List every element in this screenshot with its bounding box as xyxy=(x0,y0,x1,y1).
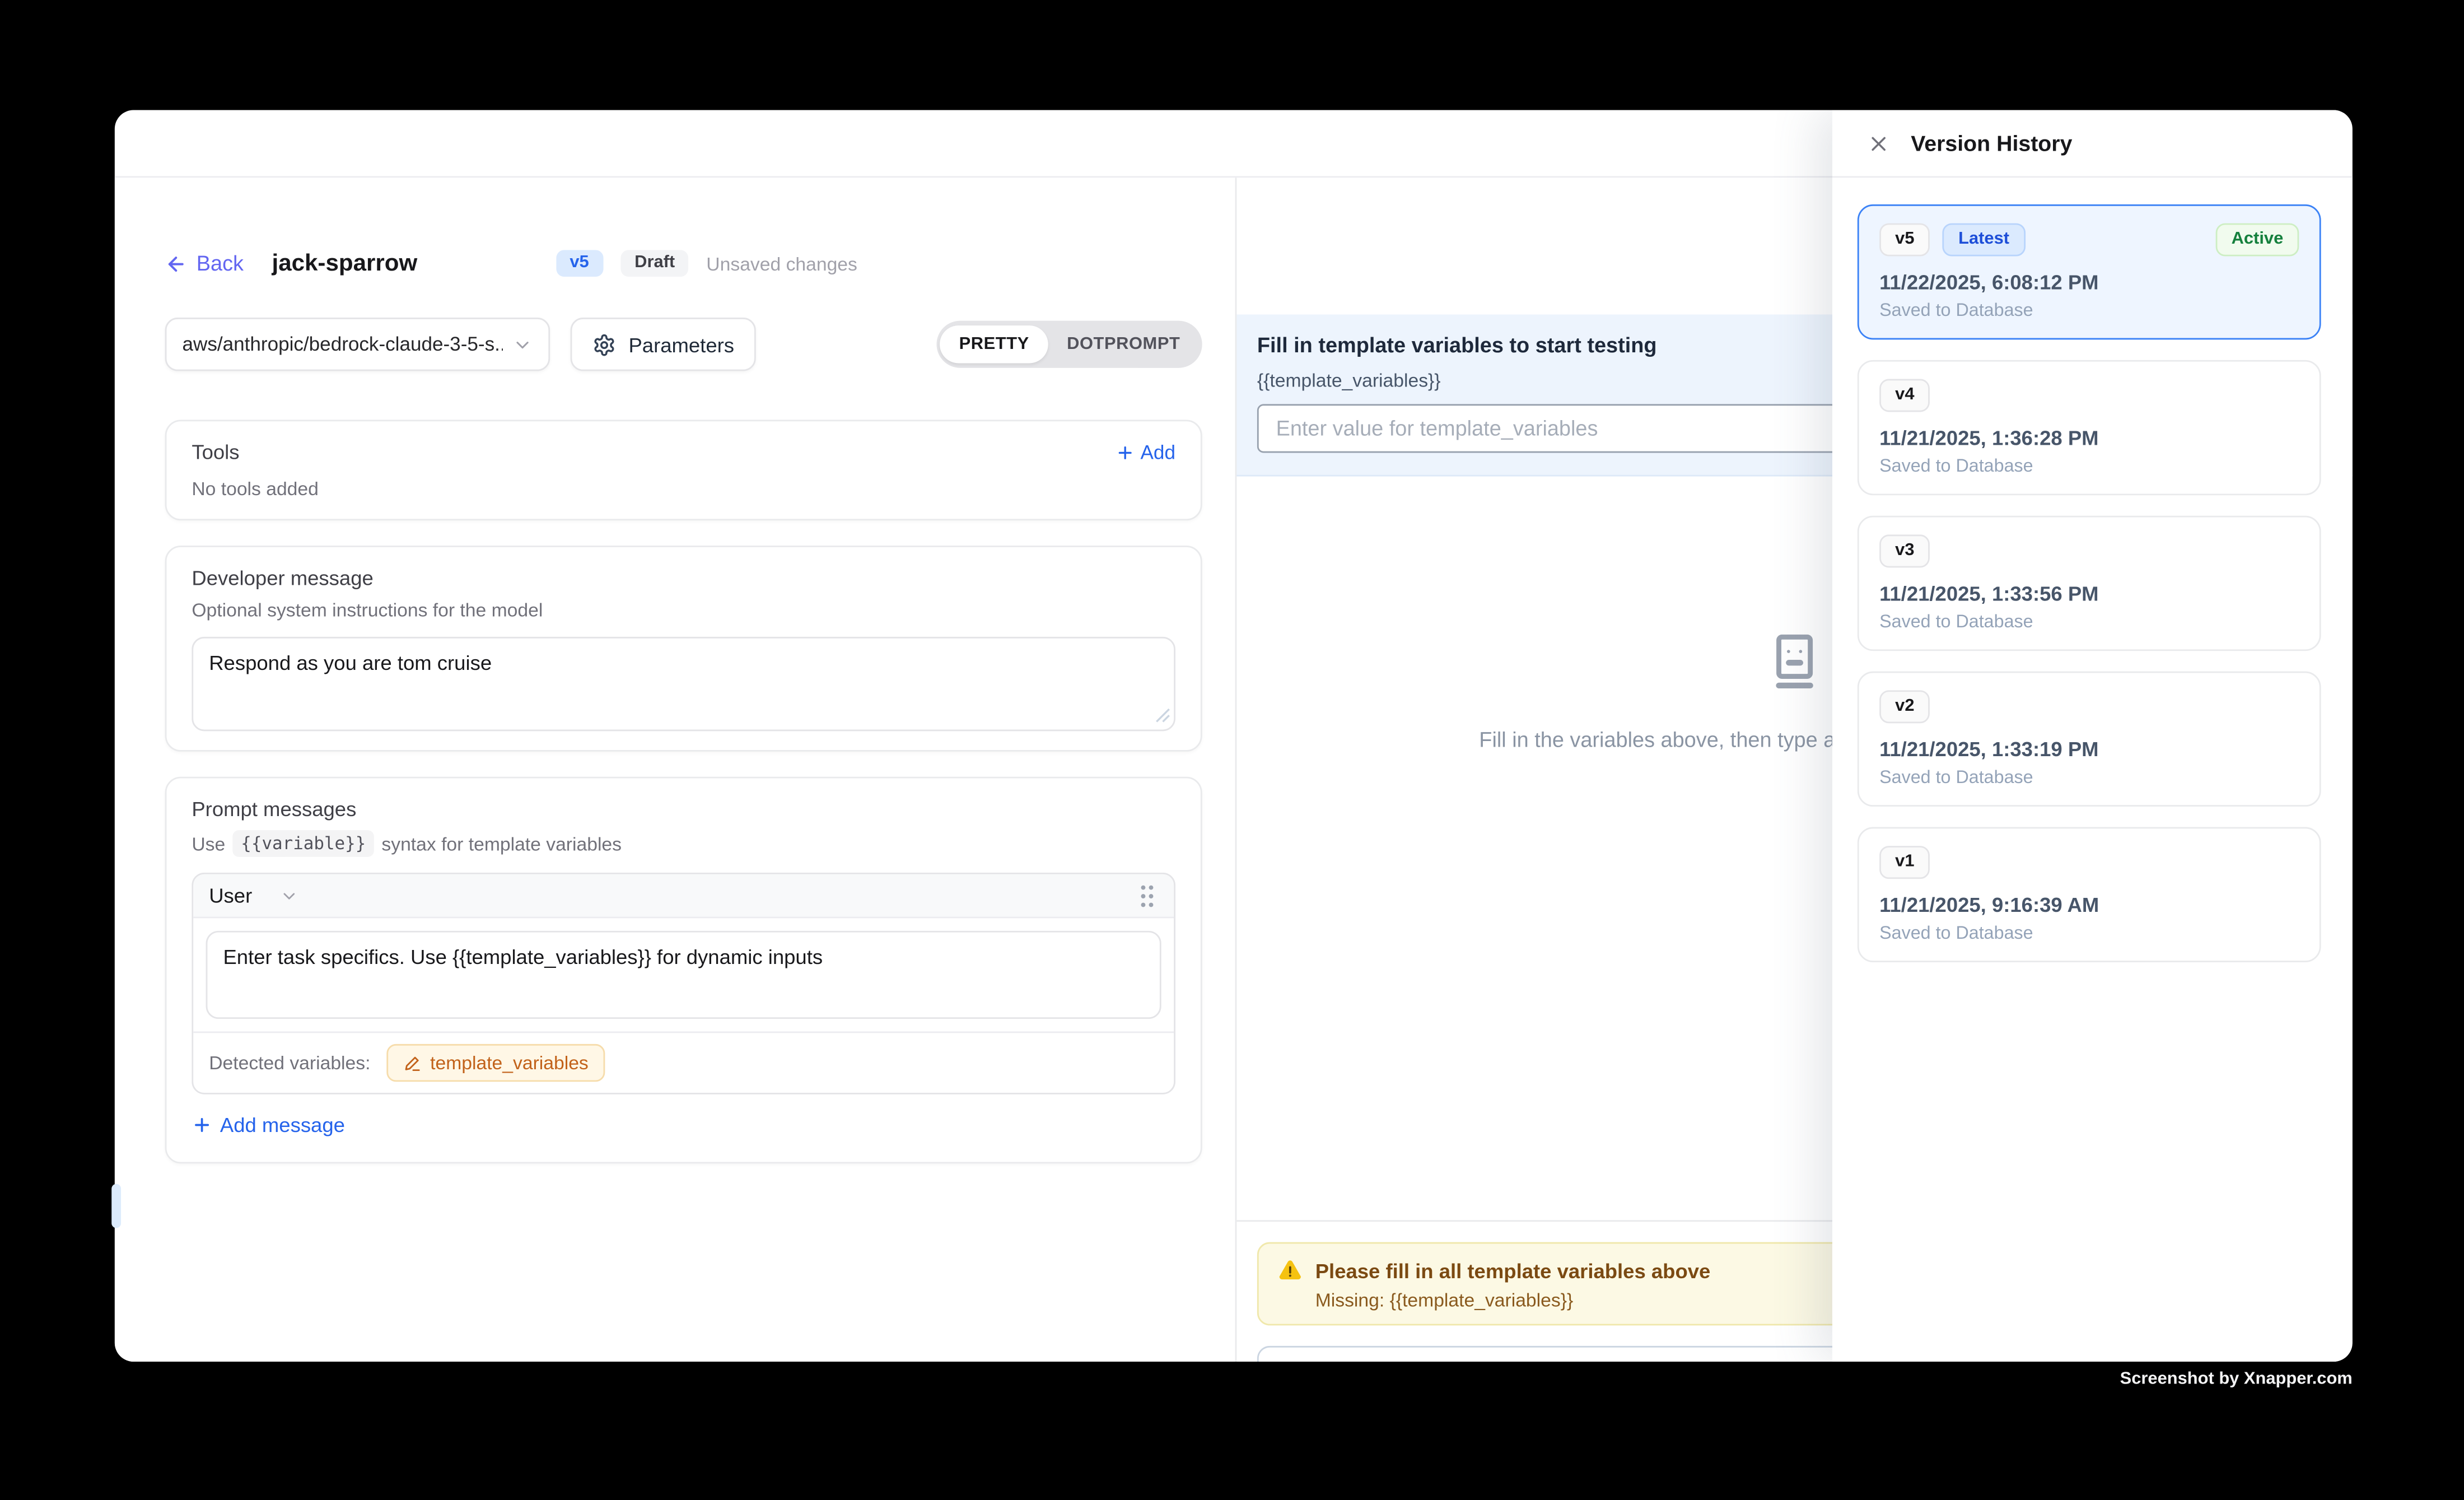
template-syntax-hint: Use {{variable}} syntax for template var… xyxy=(192,830,1175,857)
app-window: Back jack-sparrow v5 Draft Unsaved chang… xyxy=(115,110,2353,1361)
version-status: Saved to Database xyxy=(1879,925,2299,944)
add-tool-button[interactable]: Add xyxy=(1116,441,1175,463)
latest-badge: Latest xyxy=(1943,223,2025,257)
version-timestamp: 11/21/2025, 9:16:39 AM xyxy=(1879,893,2299,916)
template-variable-name: template_variables xyxy=(430,1052,589,1074)
back-label: Back xyxy=(197,251,244,275)
tools-card: Tools Add No tools added xyxy=(165,420,1202,521)
add-message-label: Add message xyxy=(220,1113,345,1136)
hint-suffix: syntax for template variables xyxy=(381,832,622,854)
add-message-button[interactable]: Add message xyxy=(192,1113,345,1136)
unsaved-changes-label: Unsaved changes xyxy=(706,253,857,274)
prompt-editor-pane: Back jack-sparrow v5 Draft Unsaved chang… xyxy=(115,178,1237,1362)
warning-title: Please fill in all template variables ab… xyxy=(1315,1259,1711,1282)
version-card-v1[interactable]: v1 11/21/2025, 9:16:39 AM Saved to Datab… xyxy=(1858,827,2321,962)
watermark-text: Screenshot by Xnapper.com xyxy=(2120,1369,2353,1389)
format-toggle: PRETTY DOTPROMPT xyxy=(937,321,1202,368)
developer-message-card: Developer message Optional system instru… xyxy=(165,546,1202,752)
developer-message-subtitle: Optional system instructions for the mod… xyxy=(192,599,1175,621)
active-badge: Active xyxy=(2216,223,2299,257)
model-select[interactable]: aws/anthropic/bedrock-claude-3-5-s... xyxy=(165,318,550,371)
back-button[interactable]: Back xyxy=(165,251,244,275)
parameters-label: Parameters xyxy=(628,333,734,356)
version-card-v2[interactable]: v2 11/21/2025, 1:33:19 PM Saved to Datab… xyxy=(1858,672,2321,807)
toggle-option-pretty[interactable]: PRETTY xyxy=(940,325,1048,363)
gear-icon xyxy=(592,333,616,356)
version-status: Saved to Database xyxy=(1879,769,2299,788)
version-number-badge: v4 xyxy=(1879,379,1930,412)
chevron-down-icon xyxy=(281,886,300,905)
detected-variables-row: Detected variables: template_variables xyxy=(193,1031,1174,1092)
stage: Back jack-sparrow v5 Draft Unsaved chang… xyxy=(0,0,2464,1500)
bot-face-icon xyxy=(1763,630,1826,692)
chevron-down-icon xyxy=(512,334,533,355)
arrow-left-icon xyxy=(165,253,187,274)
tools-empty-text: No tools added xyxy=(192,478,1175,500)
title-row: Back jack-sparrow v5 Draft Unsaved chang… xyxy=(165,250,1202,277)
version-history-header: Version History xyxy=(1832,110,2353,178)
version-number-badge: v2 xyxy=(1879,690,1930,723)
add-tool-label: Add xyxy=(1141,441,1175,463)
draft-badge: Draft xyxy=(620,250,689,277)
prompt-messages-title: Prompt messages xyxy=(192,797,1175,821)
tools-title: Tools xyxy=(192,440,239,464)
message-block: User Enter task specifics. Use {{templat… xyxy=(192,873,1175,1094)
version-timestamp: 11/22/2025, 6:08:12 PM xyxy=(1879,271,2299,294)
version-card-v4[interactable]: v4 11/21/2025, 1:36:28 PM Saved to Datab… xyxy=(1858,360,2321,495)
version-history-panel: Version History v5 Latest Active 11/22/2… xyxy=(1832,110,2353,1361)
version-status: Saved to Database xyxy=(1879,458,2299,477)
version-timestamp: 11/21/2025, 1:36:28 PM xyxy=(1879,426,2299,450)
role-select[interactable]: User xyxy=(209,884,299,907)
warning-triangle-icon xyxy=(1277,1258,1303,1283)
role-select-value: User xyxy=(209,884,252,907)
developer-message-title: Developer message xyxy=(192,566,1175,590)
page-title: jack-sparrow xyxy=(272,250,418,277)
developer-message-textarea[interactable]: Respond as you are tom cruise xyxy=(192,637,1175,731)
model-toolbar: aws/anthropic/bedrock-claude-3-5-s... Pa… xyxy=(165,318,1202,371)
plus-icon xyxy=(192,1115,212,1135)
version-card-v3[interactable]: v3 11/21/2025, 1:33:56 PM Saved to Datab… xyxy=(1858,516,2321,651)
template-variable-chip[interactable]: template_variables xyxy=(386,1044,606,1082)
version-timestamp: 11/21/2025, 1:33:19 PM xyxy=(1879,738,2299,761)
version-list: v5 Latest Active 11/22/2025, 6:08:12 PM … xyxy=(1832,178,2353,962)
resize-handle-icon[interactable] xyxy=(1155,707,1170,723)
version-status: Saved to Database xyxy=(1879,613,2299,632)
hint-prefix: Use xyxy=(192,832,225,854)
version-history-title: Version History xyxy=(1911,131,2072,156)
toggle-option-dotprompt[interactable]: DOTPROMPT xyxy=(1048,325,1199,363)
detected-variables-label: Detected variables: xyxy=(209,1052,370,1074)
pencil-icon xyxy=(403,1054,421,1072)
version-status: Saved to Database xyxy=(1879,302,2299,321)
version-number-badge: v5 xyxy=(1879,223,1930,257)
message-textarea[interactable]: Enter task specifics. Use {{template_var… xyxy=(206,931,1161,1019)
model-select-value: aws/anthropic/bedrock-claude-3-5-s... xyxy=(183,333,503,355)
variable-code-chip: {{variable}} xyxy=(233,830,374,857)
close-icon[interactable] xyxy=(1867,131,1891,155)
prompt-messages-card: Prompt messages Use {{variable}} syntax … xyxy=(165,777,1202,1164)
parameters-button[interactable]: Parameters xyxy=(571,318,757,371)
version-card-v5[interactable]: v5 Latest Active 11/22/2025, 6:08:12 PM … xyxy=(1858,204,2321,339)
message-header: User xyxy=(193,874,1174,919)
version-timestamp: 11/21/2025, 1:33:56 PM xyxy=(1879,582,2299,605)
collapsed-sidebar-handle[interactable] xyxy=(111,1184,121,1228)
drag-handle-icon[interactable] xyxy=(1136,881,1158,910)
version-number-badge: v3 xyxy=(1879,534,1930,567)
version-number-badge: v1 xyxy=(1879,846,1930,879)
version-badge: v5 xyxy=(556,250,603,277)
plus-icon xyxy=(1116,442,1135,462)
